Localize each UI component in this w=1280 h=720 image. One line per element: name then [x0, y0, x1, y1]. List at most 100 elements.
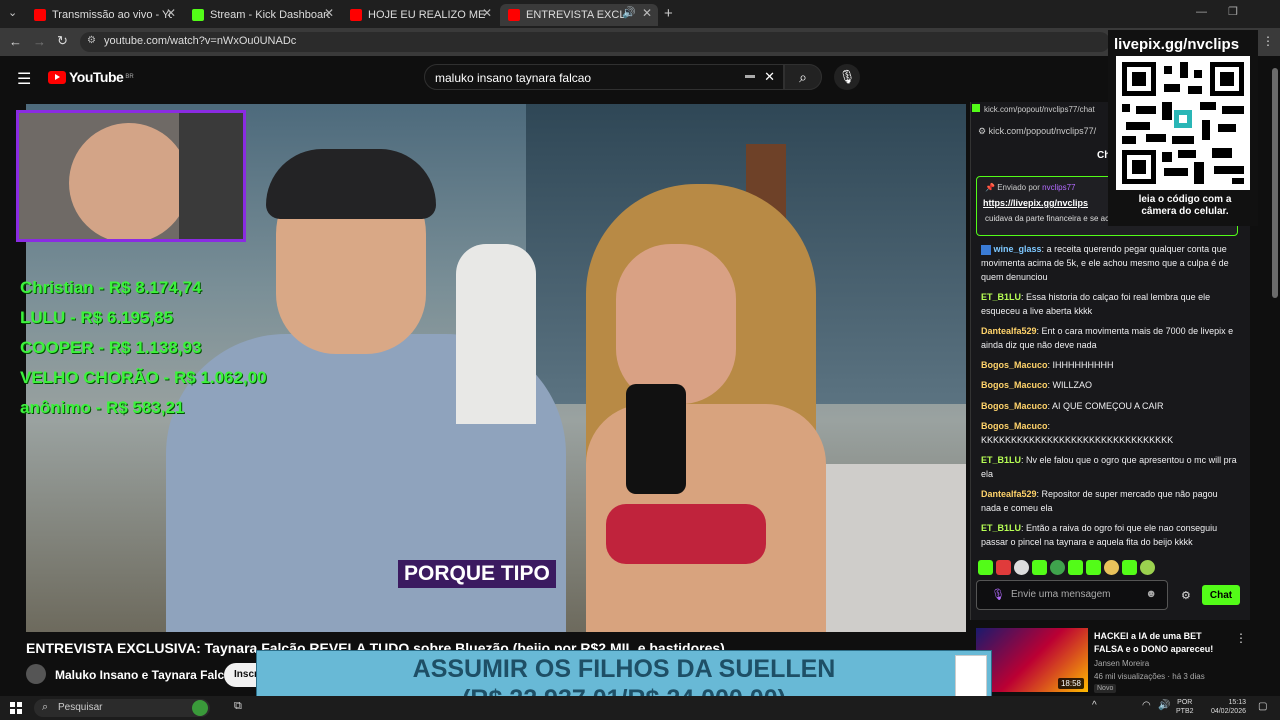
- site-info-icon[interactable]: ⚙: [87, 35, 96, 46]
- page-scrollbar[interactable]: [1272, 68, 1278, 298]
- donation-line: LULU - R$ 6.195,85: [20, 308, 174, 327]
- close-tab-icon[interactable]: ✕: [482, 6, 492, 20]
- close-tab-icon[interactable]: ✕: [324, 6, 334, 20]
- new-badge: Novo: [1094, 684, 1117, 693]
- qr-title: livepix.gg/nvclips: [1114, 36, 1240, 53]
- tab-entrevista-exclusiva[interactable]: ENTREVISTA EXCLUSIVA: Tay 🔊 ✕: [500, 4, 658, 26]
- chat-message: Dantealfa529: Repositor de super mercado…: [981, 489, 1218, 513]
- kick-favicon-icon: [972, 104, 980, 112]
- chat-message: wine_glass: a receita querendo pegar qua…: [981, 244, 1229, 282]
- qr-code-image: [1122, 62, 1244, 184]
- channel-avatar[interactable]: [26, 664, 46, 684]
- chevron-up-icon[interactable]: ^: [1092, 700, 1097, 711]
- taskbar-search[interactable]: ⌕ Pesquisar: [34, 699, 210, 717]
- recommended-video-menu-icon[interactable]: ⋮: [1235, 631, 1247, 645]
- video-frame-phone: [626, 384, 686, 494]
- wifi-icon[interactable]: ◠: [1142, 700, 1151, 711]
- chat-settings-icon[interactable]: ⚙: [1181, 589, 1191, 602]
- video-frame-man-hair: [266, 149, 436, 219]
- search-button[interactable]: ⌕: [784, 64, 822, 90]
- qr-subtitle: leia o código com a câmera do celular.: [1138, 194, 1232, 217]
- chat-message: Dantealfa529: Ent o cara movimenta mais …: [981, 326, 1234, 350]
- emote-icon[interactable]: [1104, 560, 1119, 575]
- emote-icon[interactable]: [1086, 560, 1101, 575]
- reload-icon[interactable]: ↻: [57, 33, 68, 49]
- user-badge-icon: [981, 244, 991, 255]
- video-frame-woman-face: [616, 244, 736, 404]
- video-caption: PORQUE TIPO: [398, 560, 556, 588]
- youtube-logo[interactable]: YouTube BR: [48, 69, 134, 85]
- task-view-icon[interactable]: ⧉: [234, 700, 242, 713]
- language-indicator[interactable]: POR PTB2: [1176, 698, 1194, 716]
- webcam-monitor: [179, 113, 243, 239]
- new-tab-button[interactable]: +: [664, 5, 673, 22]
- volume-icon[interactable]: 🔊: [1158, 700, 1170, 711]
- recommended-video-title[interactable]: HACKEI a IA de uma BET FALSA e o DONO ap…: [1094, 630, 1230, 656]
- donation-line: Christian - R$ 8.174,74: [20, 278, 202, 297]
- video-frame-bikini: [606, 504, 766, 564]
- emote-icon[interactable]: [996, 560, 1011, 575]
- windows-taskbar: ⌕ Pesquisar ⧉ ^ ◠ 🔊 POR PTB2 15:13 04/02…: [0, 696, 1280, 720]
- kick-favicon-icon: [192, 9, 204, 21]
- emoji-icon[interactable]: ☻: [1145, 588, 1157, 600]
- tab-hoje-eu-realizo[interactable]: HOJE EU REALIZO MEU SONHO ✕: [342, 4, 498, 26]
- youtube-favicon-icon: [34, 9, 46, 21]
- tab-youtube-live[interactable]: Transmissão ao vivo - YouTube ✕: [26, 4, 182, 26]
- search-icon: ⌕: [799, 69, 807, 85]
- microphone-icon: 🎙: [838, 69, 856, 84]
- url-text: youtube.com/watch?v=nWxOu0UNADc: [104, 35, 297, 47]
- browser-menu-icon[interactable]: ⋮: [1262, 34, 1274, 48]
- microphone-icon[interactable]: 🎙: [991, 588, 1005, 601]
- window-minimize-icon[interactable]: —: [1196, 6, 1207, 18]
- chat-message: ET_B1LU: Essa historia do calçao foi rea…: [981, 292, 1211, 316]
- voice-search-button[interactable]: 🎙: [834, 64, 860, 90]
- forward-icon[interactable]: →: [33, 34, 46, 49]
- chat-message: Bogos_Macuco: AI QUE COMEÇOU A CAIR: [981, 401, 1164, 411]
- back-icon[interactable]: ←: [9, 34, 22, 49]
- recommended-video-thumbnail[interactable]: 18:58: [976, 628, 1088, 692]
- streamer-webcam-overlay: [16, 110, 246, 242]
- webcam-person: [69, 123, 189, 239]
- hamburger-menu-icon[interactable]: ☰: [17, 69, 31, 89]
- chat-popout-url: ⚙ kick.com/popout/nvclips77/: [978, 126, 1097, 136]
- emote-icon[interactable]: [1014, 560, 1029, 575]
- chat-message: Bogos_Macuco: IHHHHHHHHH: [981, 360, 1114, 370]
- emote-icon[interactable]: [1140, 560, 1155, 575]
- channel-name[interactable]: Maluko Insano e Taynara Falcão: [55, 668, 238, 682]
- emote-icon[interactable]: [1050, 560, 1065, 575]
- address-bar[interactable]: ⚙ youtube.com/watch?v=nWxOu0UNADc: [80, 32, 1110, 52]
- close-tab-icon[interactable]: ✕: [166, 6, 176, 20]
- clock[interactable]: 15:13 04/02/2026: [1200, 698, 1246, 716]
- chat-message: ET_B1LU: Então a raiva do ogro foi que e…: [981, 523, 1218, 547]
- keyboard-icon[interactable]: ▬: [745, 70, 755, 81]
- qr-code: [1116, 56, 1250, 190]
- donation-line: VELHO CHORÃO - R$ 1.062,00: [20, 368, 267, 387]
- chat-send-button[interactable]: Chat: [1202, 585, 1240, 605]
- tab-list-icon[interactable]: ⌄: [8, 6, 17, 19]
- recommended-video-channel[interactable]: Jansen Moreira: [1094, 659, 1149, 668]
- notification-icon[interactable]: ▢: [1258, 701, 1267, 712]
- emote-icon[interactable]: [978, 560, 993, 575]
- close-tab-icon[interactable]: ✕: [642, 6, 652, 20]
- clear-search-icon[interactable]: ✕: [764, 69, 775, 85]
- emote-icon[interactable]: [1068, 560, 1083, 575]
- pin-icon: 📌: [985, 183, 995, 192]
- goal-title: ASSUMIR OS FILHOS DA SUELLEN: [412, 655, 836, 683]
- chat-message: Bogos_Macuco: WILLZAO: [981, 380, 1093, 390]
- window-maximize-icon[interactable]: ❐: [1228, 5, 1238, 18]
- donation-line: anônimo - R$ 583,21: [20, 398, 185, 417]
- chat-popout-titlebar: kick.com/popout/nvclips77/chat: [972, 104, 1112, 114]
- windows-start-icon[interactable]: [10, 702, 22, 714]
- speaker-icon[interactable]: 🔊: [622, 6, 636, 19]
- emote-icon[interactable]: [1032, 560, 1047, 575]
- recommended-video-meta: 46 mil visualizações · há 3 dias: [1094, 672, 1205, 681]
- search-input[interactable]: maluko insano taynara falcao ▬ ✕: [424, 64, 784, 90]
- donation-line: COOPER - R$ 1.138,93: [20, 338, 202, 357]
- emote-icon[interactable]: [1122, 560, 1137, 575]
- chat-message-input[interactable]: 🎙 Envie uma mensagem ☻: [976, 580, 1168, 610]
- youtube-favicon-icon: [508, 9, 520, 21]
- youtube-play-icon: [48, 70, 66, 84]
- tab-kick-dashboard[interactable]: Stream - Kick Dashboard ✕: [184, 4, 340, 26]
- youtube-favicon-icon: [350, 9, 362, 21]
- search-highlight-icon: [192, 700, 208, 716]
